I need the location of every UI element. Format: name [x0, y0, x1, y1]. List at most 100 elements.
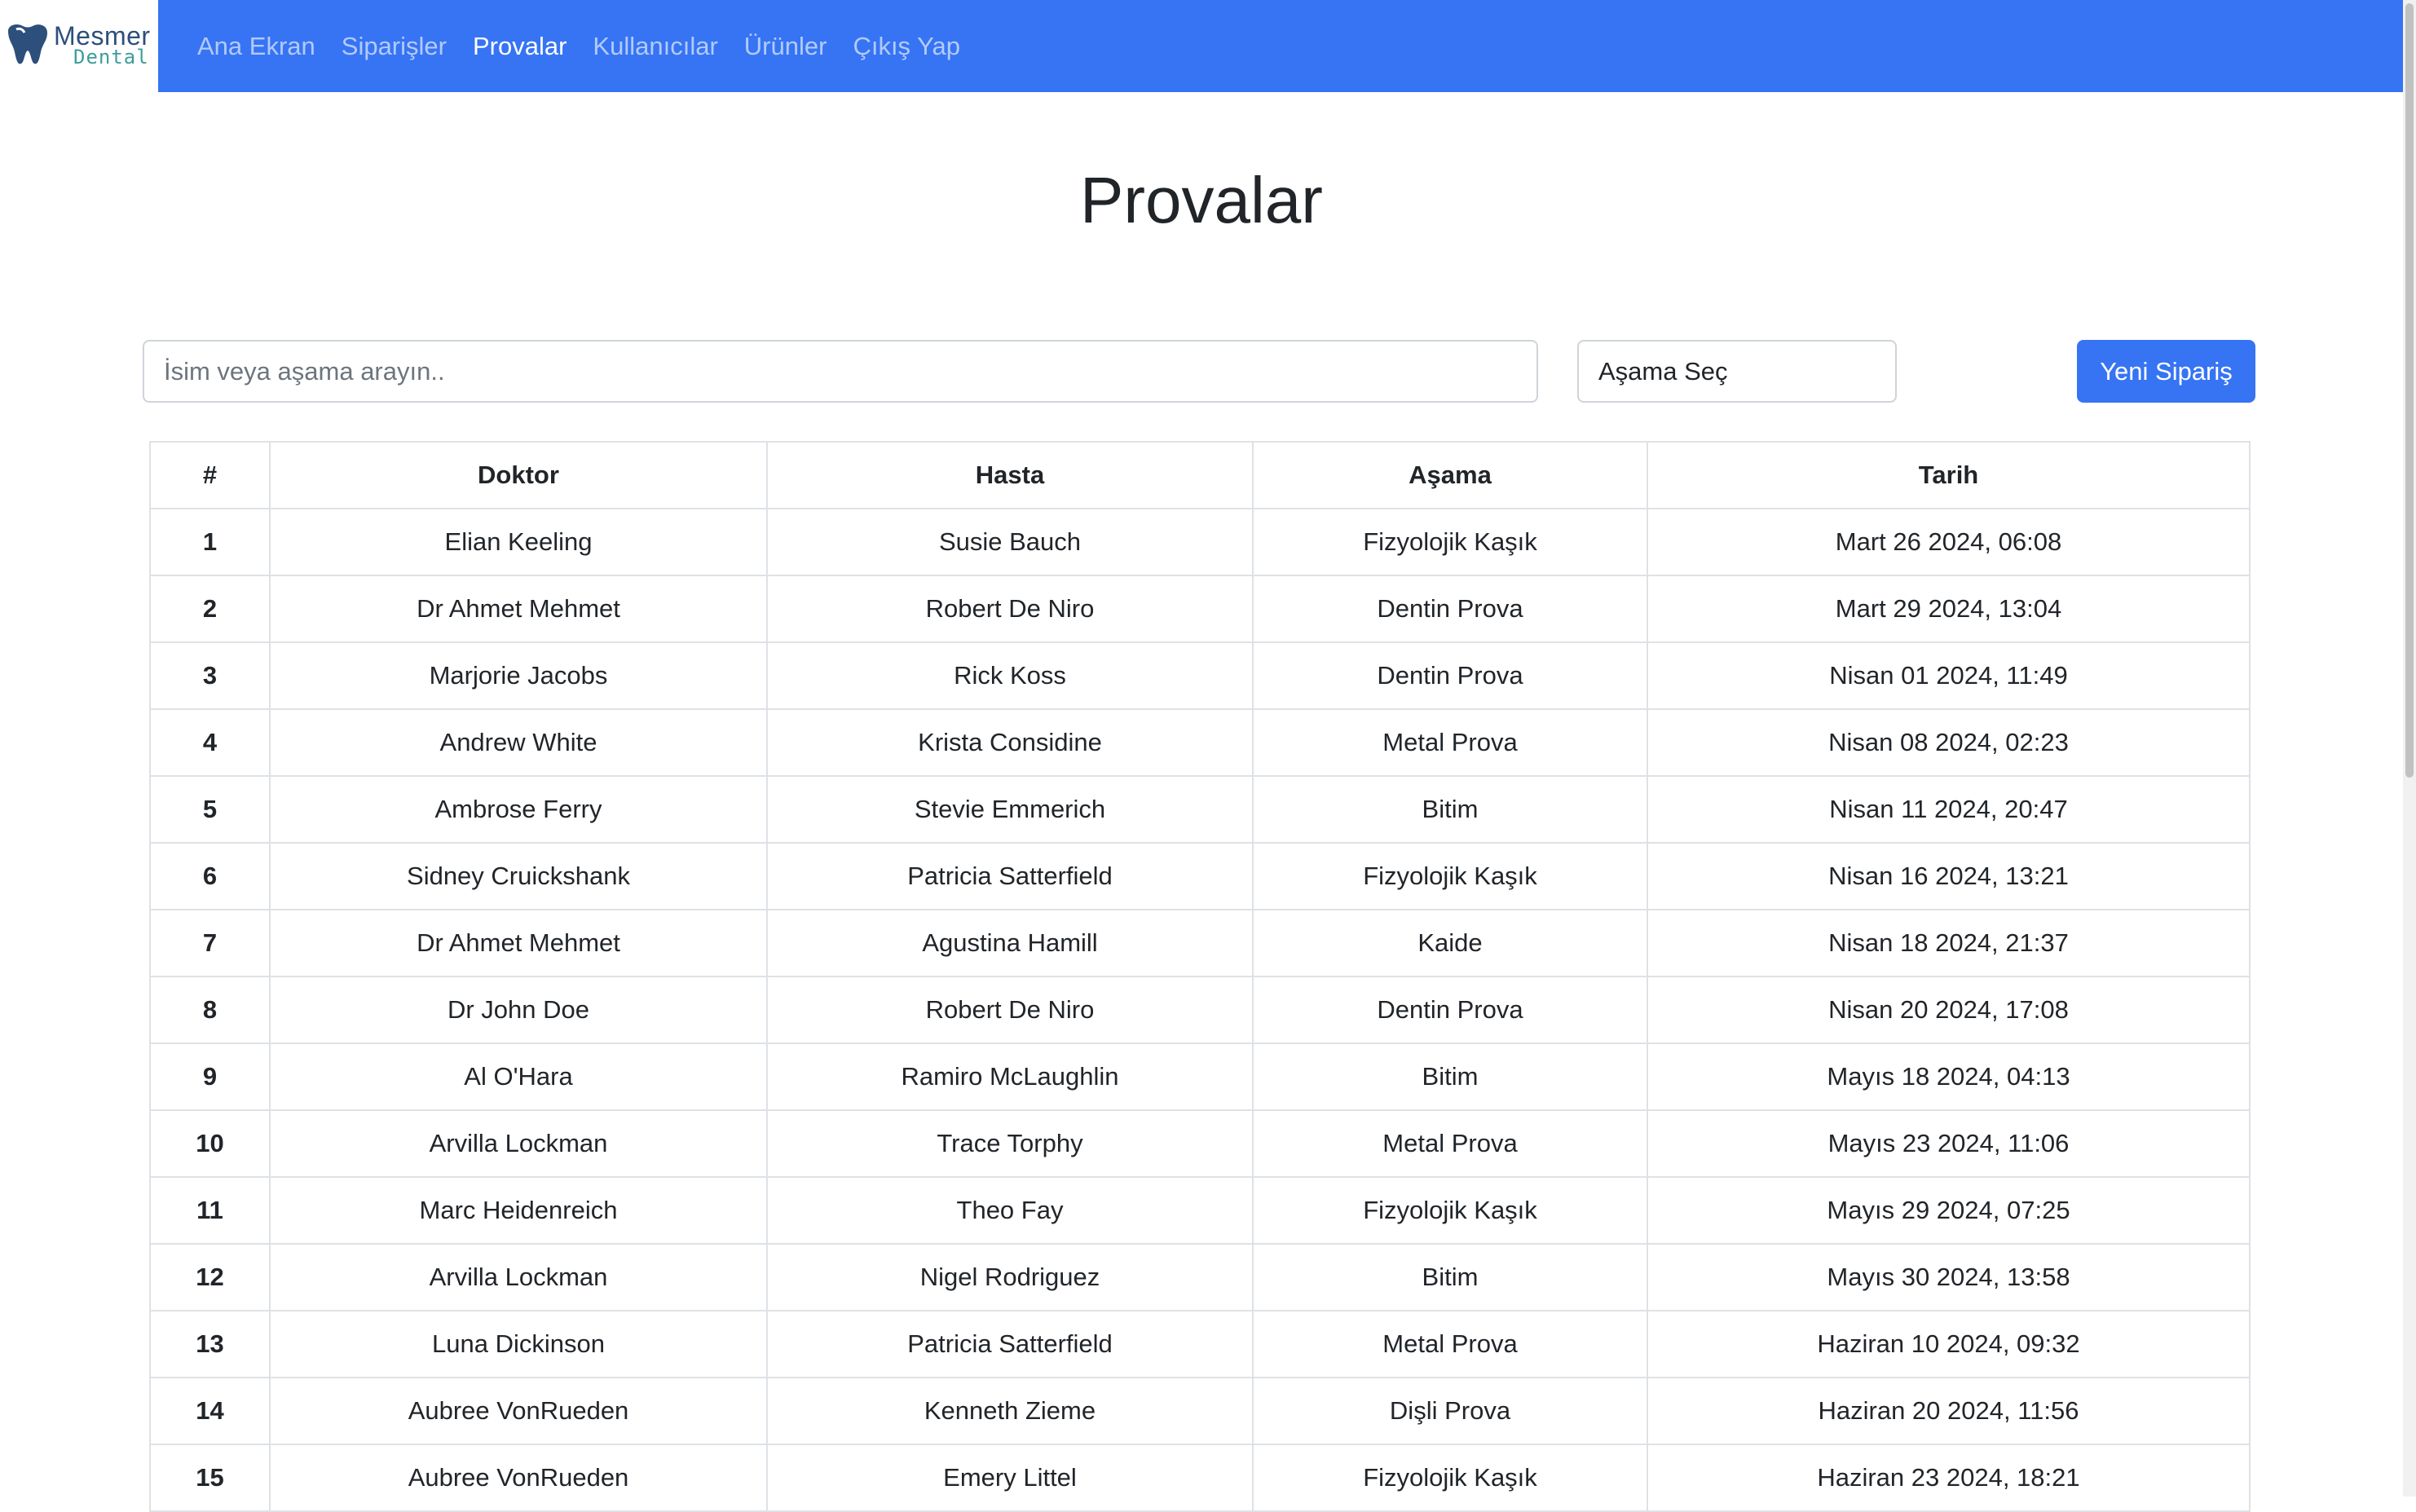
- cell-date: Nisan 01 2024, 11:49: [1647, 641, 2251, 710]
- cell-stage: Metal Prova: [1252, 708, 1648, 777]
- table-header-row: # Doktor Hasta Aşama Tarih: [149, 441, 2251, 509]
- cell-index: 11: [149, 1176, 271, 1245]
- cell-date: Nisan 08 2024, 02:23: [1647, 708, 2251, 777]
- cell-patient: Susie Bauch: [766, 508, 1254, 576]
- cell-doctor: Elian Keeling: [269, 508, 768, 576]
- cell-stage: Bitim: [1252, 1043, 1648, 1111]
- cell-stage: Fizyolojik Kaşık: [1252, 1444, 1648, 1512]
- cell-index: 5: [149, 775, 271, 844]
- table-body: 1 Elian Keeling Susie Bauch Fizyolojik Kaşı…: [149, 508, 2251, 1512]
- cell-stage: Bitim: [1252, 775, 1648, 844]
- cell-index: 2: [149, 575, 271, 643]
- cell-date: Haziran 10 2024, 09:32: [1647, 1310, 2251, 1378]
- cell-doctor: Luna Dickinson: [269, 1310, 768, 1378]
- cell-stage: Metal Prova: [1252, 1310, 1648, 1378]
- table-row[interactable]: 7 Dr Ahmet Mehmet Agustina Hamill Kaide Nisa…: [149, 909, 2251, 977]
- cell-index: 3: [149, 641, 271, 710]
- cell-doctor: Arvilla Lockman: [269, 1109, 768, 1178]
- cell-stage: Dentin Prova: [1252, 575, 1648, 643]
- brand-logo[interactable]: Mesmer Dental: [0, 0, 158, 92]
- table-row[interactable]: 15 Aubree VonRueden Emery Littel Fizyolojik…: [149, 1444, 2251, 1512]
- cell-patient: Theo Fay: [766, 1176, 1254, 1245]
- cell-patient: Krista Considine: [766, 708, 1254, 777]
- top-navbar: Mesmer Dental Ana Ekran Siparişler Prova…: [0, 0, 2403, 92]
- cell-doctor: Dr Ahmet Mehmet: [269, 575, 768, 643]
- nav-item-cikis-yap[interactable]: Çıkış Yap: [853, 32, 960, 61]
- column-header-index: #: [149, 441, 271, 509]
- table-row[interactable]: 9 Al O'Hara Ramiro McLaughlin Bitim Mayıs 18…: [149, 1043, 2251, 1111]
- cell-stage: Metal Prova: [1252, 1109, 1648, 1178]
- table-row[interactable]: 2 Dr Ahmet Mehmet Robert De Niro Dentin Pro…: [149, 575, 2251, 643]
- cell-doctor: Sidney Cruickshank: [269, 842, 768, 910]
- tooth-icon: [8, 24, 47, 64]
- cell-index: 15: [149, 1444, 271, 1512]
- cell-date: Haziran 20 2024, 11:56: [1647, 1377, 2251, 1445]
- cell-doctor: Ambrose Ferry: [269, 775, 768, 844]
- cell-date: Mayıs 23 2024, 11:06: [1647, 1109, 2251, 1178]
- cell-index: 10: [149, 1109, 271, 1178]
- cell-patient: Nigel Rodriguez: [766, 1243, 1254, 1311]
- cell-date: Mayıs 18 2024, 04:13: [1647, 1043, 2251, 1111]
- table-row[interactable]: 4 Andrew White Krista Considine Metal Prova…: [149, 708, 2251, 777]
- cell-patient: Patricia Satterfield: [766, 1310, 1254, 1378]
- cell-date: Nisan 16 2024, 13:21: [1647, 842, 2251, 910]
- cell-patient: Kenneth Zieme: [766, 1377, 1254, 1445]
- prova-table: # Doktor Hasta Aşama Tarih 1 Elian Keelin…: [149, 441, 2251, 1512]
- nav-menu: Ana Ekran Siparişler Provalar Kullanıcıl…: [197, 0, 986, 92]
- cell-date: Nisan 11 2024, 20:47: [1647, 775, 2251, 844]
- cell-date: Nisan 20 2024, 17:08: [1647, 976, 2251, 1044]
- cell-patient: Trace Torphy: [766, 1109, 1254, 1178]
- scrollbar-thumb[interactable]: [2405, 3, 2414, 778]
- cell-patient: Emery Littel: [766, 1444, 1254, 1512]
- cell-index: 9: [149, 1043, 271, 1111]
- cell-doctor: Marc Heidenreich: [269, 1176, 768, 1245]
- stage-select-label: Aşama Seç: [1598, 356, 1728, 386]
- cell-index: 13: [149, 1310, 271, 1378]
- nav-item-ana-ekran[interactable]: Ana Ekran: [197, 32, 315, 61]
- table-row[interactable]: 3 Marjorie Jacobs Rick Koss Dentin Prova Nis…: [149, 641, 2251, 710]
- nav-item-provalar[interactable]: Provalar: [473, 32, 567, 61]
- cell-date: Nisan 18 2024, 21:37: [1647, 909, 2251, 977]
- table-row[interactable]: 11 Marc Heidenreich Theo Fay Fizyolojik Kaş…: [149, 1176, 2251, 1245]
- cell-patient: Ramiro McLaughlin: [766, 1043, 1254, 1111]
- cell-patient: Rick Koss: [766, 641, 1254, 710]
- column-header-doctor: Doktor: [269, 441, 768, 509]
- cell-date: Mart 26 2024, 06:08: [1647, 508, 2251, 576]
- nav-item-siparisler[interactable]: Siparişler: [342, 32, 447, 61]
- cell-date: Mart 29 2024, 13:04: [1647, 575, 2251, 643]
- cell-patient: Agustina Hamill: [766, 909, 1254, 977]
- cell-doctor: Aubree VonRueden: [269, 1444, 768, 1512]
- cell-stage: Fizyolojik Kaşık: [1252, 842, 1648, 910]
- new-order-button[interactable]: Yeni Sipariş: [2077, 340, 2255, 403]
- table-row[interactable]: 13 Luna Dickinson Patricia Satterfield Meta…: [149, 1310, 2251, 1378]
- cell-stage: Fizyolojik Kaşık: [1252, 1176, 1648, 1245]
- nav-item-kullanicilar[interactable]: Kullanıcılar: [593, 32, 717, 61]
- stage-select[interactable]: Aşama Seç: [1577, 340, 1897, 403]
- table-row[interactable]: 1 Elian Keeling Susie Bauch Fizyolojik Kaşı…: [149, 508, 2251, 576]
- cell-date: Mayıs 30 2024, 13:58: [1647, 1243, 2251, 1311]
- table-row[interactable]: 14 Aubree VonRueden Kenneth Zieme Dişli Pro…: [149, 1377, 2251, 1445]
- cell-patient: Robert De Niro: [766, 575, 1254, 643]
- table-row[interactable]: 10 Arvilla Lockman Trace Torphy Metal Prova…: [149, 1109, 2251, 1178]
- cell-doctor: Dr Ahmet Mehmet: [269, 909, 768, 977]
- cell-doctor: Andrew White: [269, 708, 768, 777]
- nav-item-urunler[interactable]: Ürünler: [744, 32, 827, 61]
- cell-stage: Dişli Prova: [1252, 1377, 1648, 1445]
- table-row[interactable]: 8 Dr John Doe Robert De Niro Dentin Prova Ni…: [149, 976, 2251, 1044]
- cell-doctor: Aubree VonRueden: [269, 1377, 768, 1445]
- cell-stage: Kaide: [1252, 909, 1648, 977]
- page-title: Provalar: [1080, 164, 1323, 236]
- cell-stage: Fizyolojik Kaşık: [1252, 508, 1648, 576]
- cell-doctor: Marjorie Jacobs: [269, 641, 768, 710]
- cell-index: 14: [149, 1377, 271, 1445]
- table-row[interactable]: 6 Sidney Cruickshank Patricia Satterfield F…: [149, 842, 2251, 910]
- cell-index: 4: [149, 708, 271, 777]
- cell-index: 6: [149, 842, 271, 910]
- column-header-stage: Aşama: [1252, 441, 1648, 509]
- table-row[interactable]: 12 Arvilla Lockman Nigel Rodriguez Bitim May…: [149, 1243, 2251, 1311]
- search-input[interactable]: [143, 340, 1538, 403]
- brand-subname: Dental: [73, 46, 149, 68]
- cell-index: 7: [149, 909, 271, 977]
- cell-patient: Patricia Satterfield: [766, 842, 1254, 910]
- table-row[interactable]: 5 Ambrose Ferry Stevie Emmerich Bitim Nisan …: [149, 775, 2251, 844]
